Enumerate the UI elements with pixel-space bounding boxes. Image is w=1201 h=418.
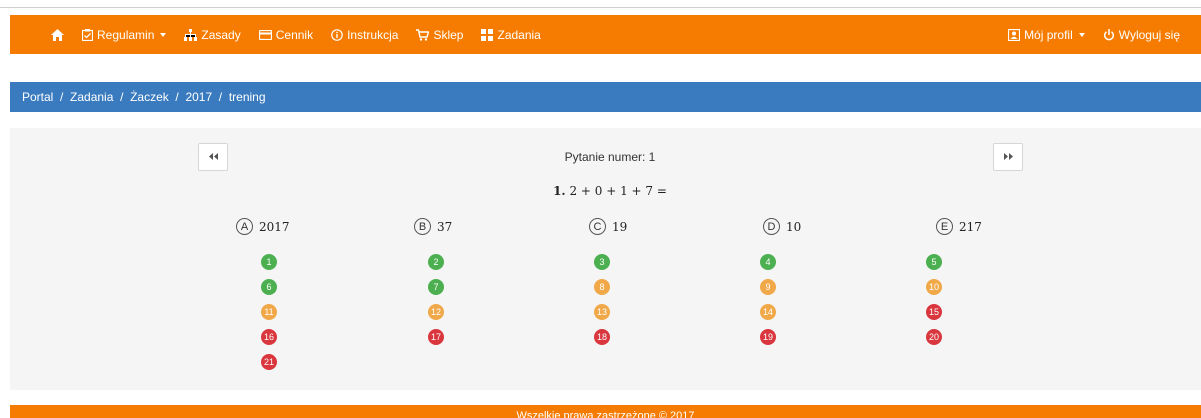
question-number-12[interactable]: 12 xyxy=(428,304,444,320)
nav-item-instrukcja[interactable]: Instrukcja xyxy=(322,28,407,42)
chevron-down-icon xyxy=(1078,32,1085,37)
nav-item-label: Zadania xyxy=(497,27,541,42)
question-text: 1. 2 + 0 + 1 + 7 = xyxy=(500,184,720,198)
nav-item-label: Sklep xyxy=(433,27,464,42)
breadcrumb: Portal / Zadania / Żaczek / 2017 / treni… xyxy=(10,82,1201,112)
answer-option-c[interactable]: C 19 xyxy=(589,218,627,235)
top-border xyxy=(0,0,1201,8)
breadcrumb-item-zadania[interactable]: Zadania xyxy=(70,90,113,104)
question-number-2[interactable]: 2 xyxy=(428,254,444,270)
cart-icon xyxy=(416,28,430,41)
chevron-down-icon xyxy=(160,32,167,37)
breadcrumb-separator: / xyxy=(53,90,71,104)
nav-item-cennik[interactable]: Cennik xyxy=(250,28,322,42)
next-question-button[interactable] xyxy=(993,143,1023,171)
logout-label: Wyloguj się xyxy=(1118,27,1180,42)
breadcrumb-item-portal[interactable]: Portal xyxy=(22,90,53,104)
nav-item-zasady[interactable]: Zasady xyxy=(175,28,249,42)
double-chevron-left-icon xyxy=(208,151,218,163)
question-number-16[interactable]: 16 xyxy=(261,329,277,345)
question-number-18[interactable]: 18 xyxy=(594,329,610,345)
nav-item-regulamin[interactable]: Regulamin xyxy=(73,28,175,42)
answer-letter: B xyxy=(414,218,431,235)
answer-letter: E xyxy=(936,218,953,235)
grid-icon xyxy=(481,28,494,41)
answer-value: 10 xyxy=(786,219,802,234)
nav-item-zadania[interactable]: Zadania xyxy=(472,28,549,42)
home-icon xyxy=(51,28,64,41)
answer-value: 37 xyxy=(437,219,453,234)
answer-value: 2017 xyxy=(259,219,290,234)
breadcrumb-separator: / xyxy=(113,90,131,104)
question-number-10[interactable]: 10 xyxy=(926,279,942,295)
question-index: 1. xyxy=(553,184,566,198)
clipboard-check-icon xyxy=(82,28,93,41)
question-number-13[interactable]: 13 xyxy=(594,304,610,320)
answer-value: 217 xyxy=(959,219,982,234)
question-number-8[interactable]: 8 xyxy=(594,279,610,295)
breadcrumb-separator: / xyxy=(212,90,229,104)
nav-item-sklep[interactable]: Sklep xyxy=(407,28,472,42)
previous-question-button[interactable] xyxy=(198,143,228,171)
question-number-21[interactable]: 21 xyxy=(261,354,277,370)
profile-menu[interactable]: Mój profil xyxy=(999,28,1094,42)
question-number-5[interactable]: 5 xyxy=(926,254,942,270)
breadcrumb-item-year[interactable]: 2017 xyxy=(185,90,212,104)
top-navbar: Regulamin Zasady Cennik Instrukcja Sklep… xyxy=(10,15,1201,54)
logout-link[interactable]: Wyloguj się xyxy=(1094,28,1189,42)
nav-item-label: Instrukcja xyxy=(347,27,399,42)
question-number-1[interactable]: 1 xyxy=(261,254,277,270)
question-number-label: Pytanie numer: 1 xyxy=(564,150,656,164)
home-link[interactable] xyxy=(42,28,73,41)
credit-card-icon xyxy=(258,29,272,40)
breadcrumb-item-current: trening xyxy=(228,90,266,104)
question-number-17[interactable]: 17 xyxy=(428,329,444,345)
question-number-4[interactable]: 4 xyxy=(760,254,776,270)
question-expression: 2 + 0 + 1 + 7 = xyxy=(569,184,667,198)
question-number-3[interactable]: 3 xyxy=(594,254,610,270)
answer-value: 19 xyxy=(612,219,628,234)
answer-letter: D xyxy=(763,218,780,235)
nav-item-label: Zasady xyxy=(201,27,241,42)
question-number-11[interactable]: 11 xyxy=(261,304,277,320)
question-number-7[interactable]: 7 xyxy=(428,279,444,295)
nav-right: Mój profil Wyloguj się xyxy=(999,28,1189,42)
double-chevron-right-icon xyxy=(1003,151,1013,163)
question-number-20[interactable]: 20 xyxy=(926,329,942,345)
answer-option-d[interactable]: D 10 xyxy=(763,218,801,235)
answer-option-b[interactable]: B 37 xyxy=(414,218,452,235)
nav-item-label: Regulamin xyxy=(97,27,155,42)
question-number-9[interactable]: 9 xyxy=(760,279,776,295)
power-icon xyxy=(1103,28,1115,41)
footer: Wszelkie prawa zastrzeżone © 2017 xyxy=(10,405,1201,418)
question-number-6[interactable]: 6 xyxy=(261,279,277,295)
answer-option-e[interactable]: E 217 xyxy=(936,218,982,235)
nav-left: Regulamin Zasady Cennik Instrukcja Sklep… xyxy=(42,28,550,42)
breadcrumb-item-zaczek[interactable]: Żaczek xyxy=(130,90,169,104)
profile-label: Mój profil xyxy=(1024,27,1073,42)
question-number-14[interactable]: 14 xyxy=(760,304,776,320)
sitemap-icon xyxy=(184,28,198,41)
answer-letter: C xyxy=(589,218,606,235)
nav-item-label: Cennik xyxy=(275,27,314,42)
question-number-15[interactable]: 15 xyxy=(926,304,942,320)
info-icon xyxy=(331,28,343,41)
answer-letter: A xyxy=(236,218,253,235)
footer-text: Wszelkie prawa zastrzeżone © 2017 xyxy=(516,410,695,418)
answer-option-a[interactable]: A 2017 xyxy=(236,218,290,235)
question-number-19[interactable]: 19 xyxy=(760,329,776,345)
breadcrumb-separator: / xyxy=(168,90,186,104)
user-card-icon xyxy=(1008,28,1021,41)
